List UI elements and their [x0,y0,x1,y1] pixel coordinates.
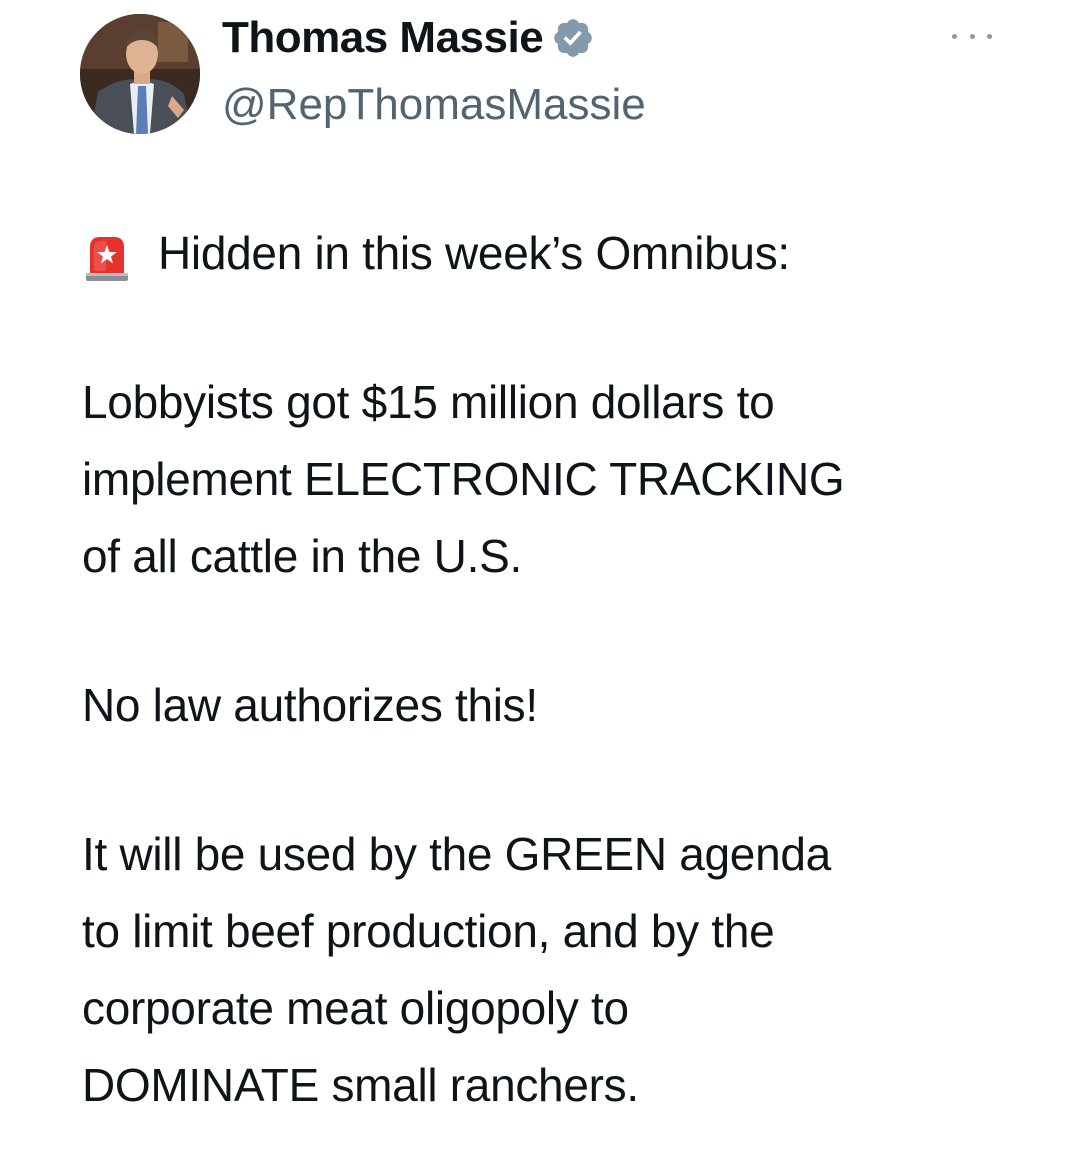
tweet-line: It will be used by the GREEN agenda [82,828,831,880]
more-dot [952,33,957,39]
tweet-text: Hidden in this week’s Omnibus: Lobbyists… [82,215,1002,1124]
author-names: Thomas Massie @RepThomasMassie [222,13,646,130]
tweet-paragraph: It will be used by the GREEN agenda to l… [82,816,1002,1124]
police-car-light-icon [82,229,132,281]
avatar[interactable] [80,14,200,134]
tweet-line: No law authorizes this! [82,679,538,731]
more-options-icon[interactable] [952,30,992,42]
avatar-image [80,14,200,134]
display-name-row: Thomas Massie [222,13,646,63]
tweet-line: corporate meat oligopoly to [82,982,629,1034]
tweet-line: of all cattle in the U.S. [82,530,522,582]
tweet-paragraph: Lobbyists got $15 million dollars to imp… [82,364,1002,595]
tweet-paragraph: No law authorizes this! [82,667,1002,744]
more-dot [987,33,992,39]
more-dot [969,33,975,39]
verified-badge-icon[interactable] [551,16,595,60]
tweet-line: Lobbyists got $15 million dollars to [82,376,775,428]
tweet-line: Hidden in this week’s Omnibus: [158,227,790,279]
tweet-first-line: Hidden in this week’s Omnibus: [82,215,1002,292]
tweet-line: to limit beef production, and by the [82,905,775,957]
tweet-line: implement ELECTRONIC TRACKING [82,453,845,505]
tweet-header: Thomas Massie @RepThomasMassie [80,13,1000,134]
tweet: Thomas Massie @RepThomasMassie Hidden in… [0,0,1080,1164]
author-handle[interactable]: @RepThomasMassie [222,80,646,130]
display-name[interactable]: Thomas Massie [222,13,544,63]
tweet-line: DOMINATE small ranchers. [82,1059,639,1111]
